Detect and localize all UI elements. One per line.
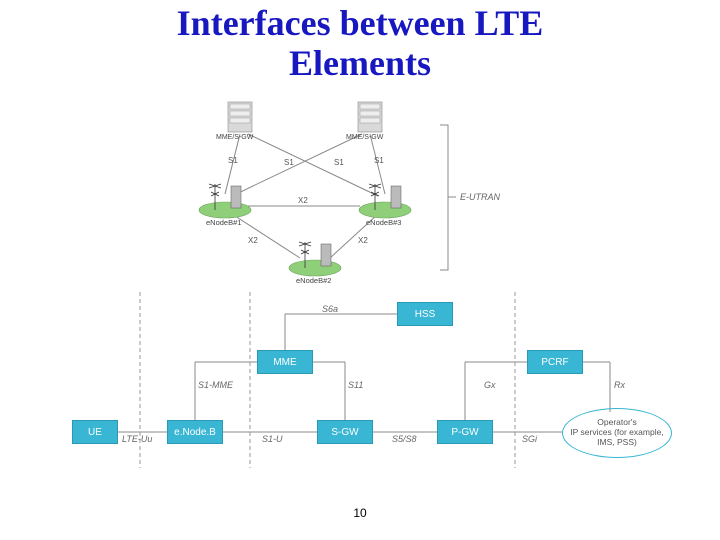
- s5s8-label: S5/S8: [392, 434, 417, 444]
- operator-oval: Operator's IP services (for example, IMS…: [562, 408, 672, 458]
- s11-label: S11: [348, 380, 363, 390]
- hss-box: HSS: [397, 302, 453, 326]
- mme-box: MME: [257, 350, 313, 374]
- eutran-label: E-UTRAN: [460, 192, 500, 202]
- sgw-box: S-GW: [317, 420, 373, 444]
- page-number: 10: [353, 506, 366, 520]
- s1-d: S1: [374, 156, 384, 165]
- rx-label: Rx: [614, 380, 625, 390]
- x2-top: X2: [298, 196, 308, 205]
- s1-c: S1: [334, 158, 344, 167]
- gw2-label: MME/S-GW: [346, 134, 383, 141]
- diagram-svg: [0, 0, 720, 540]
- s1-u-label: S1-U: [262, 434, 283, 444]
- gw1-label: MME/S-GW: [216, 134, 253, 141]
- s1-a: S1: [228, 156, 238, 165]
- s6a-label: S6a: [322, 304, 338, 314]
- gx-label: Gx: [484, 380, 496, 390]
- s1-b: S1: [284, 158, 294, 167]
- enodeb-box: e.Node.B: [167, 420, 223, 444]
- pgw-box: P-GW: [437, 420, 493, 444]
- x2-right: X2: [358, 236, 368, 245]
- pcrf-box: PCRF: [527, 350, 583, 374]
- enb2-label: eNodeB#2: [296, 276, 331, 285]
- enb3-label: eNodeB#3: [366, 218, 401, 227]
- enb1-label: eNodeB#1: [206, 218, 241, 227]
- lte-uu-label: LTE-Uu: [122, 434, 152, 444]
- x2-left: X2: [248, 236, 258, 245]
- ue-box: UE: [72, 420, 118, 444]
- s1-mme-label: S1-MME: [198, 380, 233, 390]
- sgi-label: SGi: [522, 434, 537, 444]
